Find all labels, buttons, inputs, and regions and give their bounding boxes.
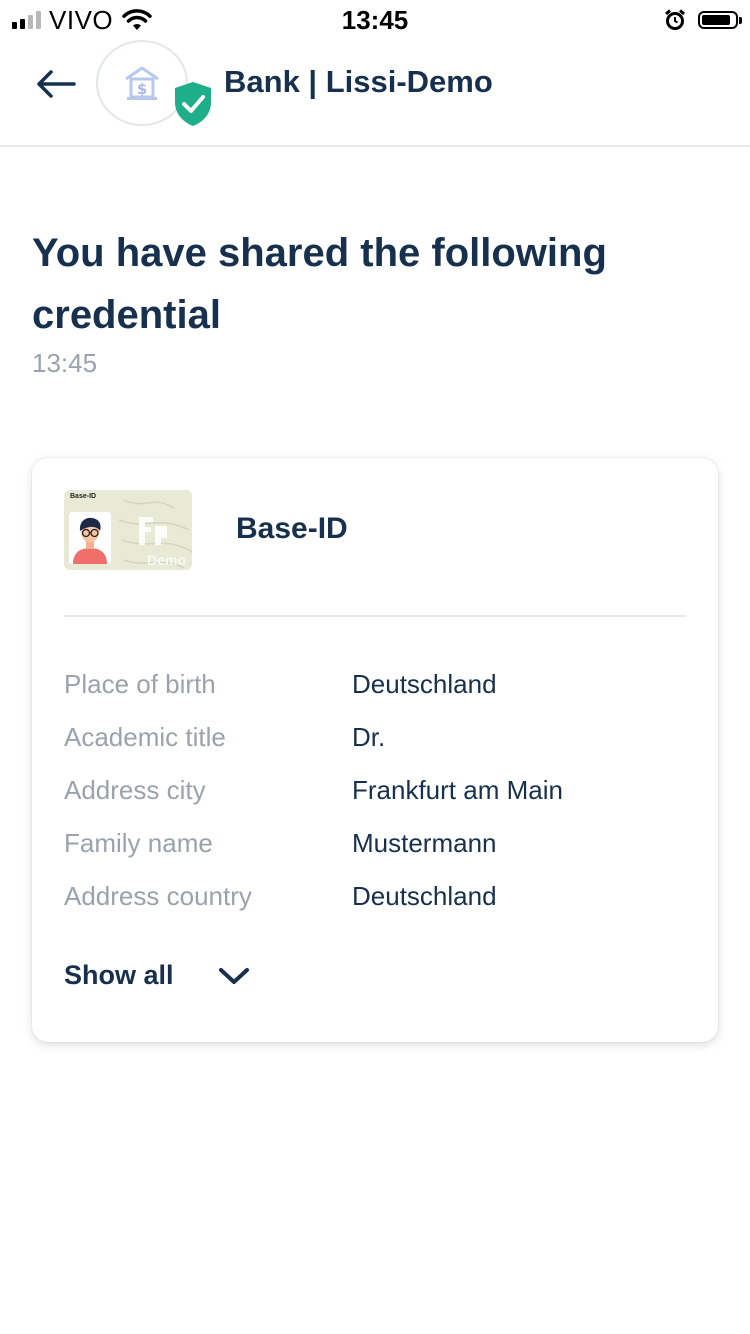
portrait-image <box>69 512 111 564</box>
attribute-value: Dr. <box>352 722 386 752</box>
thumbnail-label: Base-ID <box>70 493 97 500</box>
attribute-value: Deutschland <box>352 881 497 911</box>
credential-thumbnail: Base-ID Demo <box>64 490 192 570</box>
status-bar-time: 13:45 <box>341 5 409 35</box>
show-all-button[interactable]: Show all <box>64 960 250 991</box>
attribute-row: Family name Mustermann <box>64 817 694 870</box>
attribute-label: Place of birth <box>64 669 216 699</box>
thumbnail-watermark: Demo <box>147 552 186 568</box>
chevron-down-icon <box>218 967 249 984</box>
credential-name: Base-ID <box>236 512 348 545</box>
attribute-value: Deutschland <box>352 669 497 699</box>
credential-card[interactable]: Base-ID Demo Base-ID Place of birth Deut… <box>32 458 718 1042</box>
status-bar: VIVO 13:45 <box>0 0 750 40</box>
page-title: You have shared the following credential <box>32 231 607 337</box>
attribute-row: Academic title Dr. <box>64 711 694 764</box>
divider <box>64 615 686 617</box>
svg-text:$: $ <box>137 80 147 98</box>
attribute-label: Address city <box>64 775 206 805</box>
attribute-value: Mustermann <box>352 828 497 858</box>
status-bar-right <box>664 6 742 34</box>
chat-header: $ Bank | Lissi-Demo <box>0 40 750 147</box>
id-logo-icon <box>139 517 167 545</box>
verified-shield-icon <box>175 82 211 126</box>
arrow-left-icon <box>37 70 76 98</box>
alarm-clock-icon <box>665 9 685 30</box>
bank-icon: $ <box>125 66 159 100</box>
attribute-row: Place of birth Deutschland <box>64 658 694 711</box>
partner-avatar[interactable]: $ <box>96 40 211 128</box>
partner-name: Bank | Lissi-Demo <box>224 64 493 99</box>
attribute-value: Frankfurt am Main <box>352 775 563 805</box>
attribute-row: Address country Deutschland <box>64 870 694 923</box>
attribute-label: Family name <box>64 828 213 858</box>
attribute-list: Place of birth Deutschland Academic titl… <box>64 658 694 923</box>
attribute-row: Address city Frankfurt am Main <box>64 764 694 817</box>
attribute-label: Address country <box>64 881 252 911</box>
show-all-label: Show all <box>64 960 174 990</box>
attribute-label: Academic title <box>64 722 226 752</box>
battery-icon <box>698 11 742 29</box>
back-button[interactable] <box>34 64 80 104</box>
message-timestamp: 13:45 <box>32 348 98 378</box>
